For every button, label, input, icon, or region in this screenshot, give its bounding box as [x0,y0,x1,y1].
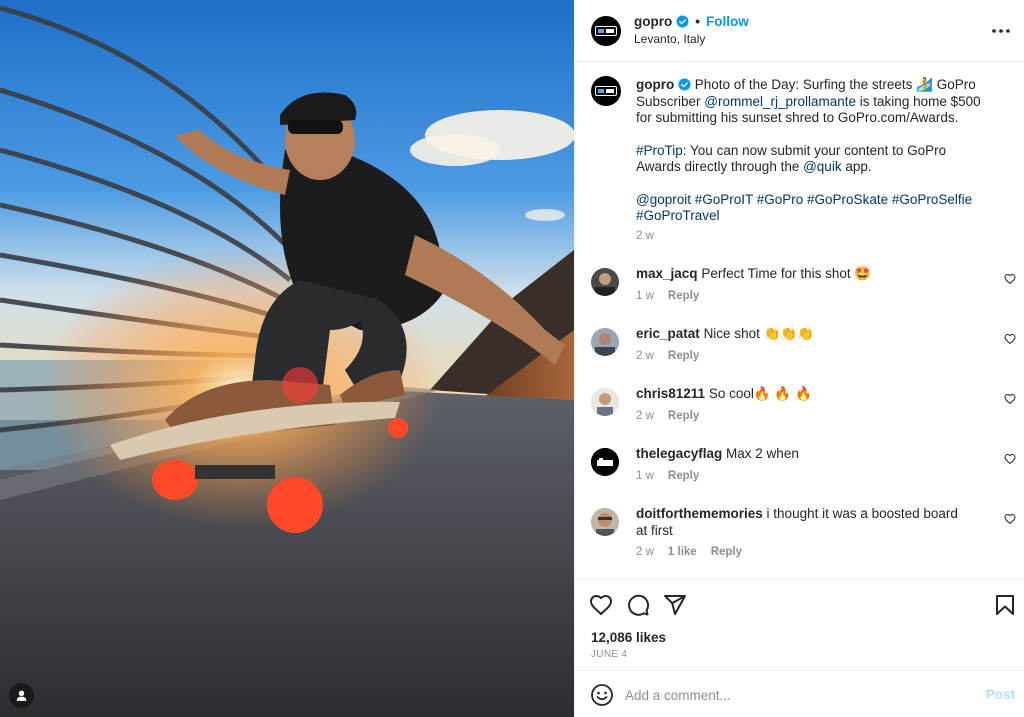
comment-composer: Post [575,672,1024,717]
heart-icon[interactable] [589,593,613,617]
gopro-avatar[interactable] [591,16,621,46]
avatar-image [591,268,619,296]
comment-body: So cool🔥 🔥 🔥 [708,386,812,401]
comment-item: doitforthememories i thought it was a bo… [575,506,1024,579]
avatar-image [591,388,619,416]
comment-like-heart-icon[interactable] [1004,393,1016,405]
comment-username[interactable]: max_jacq [636,266,698,281]
comment-item: chris81211 So cool🔥 🔥 🔥 2 w Reply [575,386,1024,446]
comment-like-heart-icon[interactable] [1004,513,1016,525]
comment-username[interactable]: eric_patat [636,326,700,341]
comment-time[interactable]: 2 w [636,350,654,362]
comment-like-heart-icon[interactable] [1004,273,1016,285]
bookmark-icon[interactable] [993,593,1017,617]
gopro-logo-icon [595,26,617,36]
more-horizontal-icon [992,29,1010,33]
post-photo[interactable] [0,0,574,717]
reply-button[interactable]: Reply [668,470,699,482]
reply-button[interactable]: Reply [711,546,742,558]
surfer-emoji: 🏄 [916,77,933,92]
post-detail-panel: gopro • Follow Levanto, Italy gopro Phot… [574,0,1024,717]
comment-like-count[interactable]: 1 like [668,546,697,558]
comment-body: Perfect Time for this shot 🤩 [701,266,872,281]
comment-item: eric_patat Nice shot 👏👏👏 2 w Reply [575,326,1024,386]
comment-item: max_jacq Perfect Time for this shot 🤩 1 … [575,266,1024,326]
likes-count[interactable]: 12,086 likes [591,630,666,645]
comment-time[interactable]: 2 w [636,410,654,422]
comment-text: eric_patat Nice shot 👏👏👏 [636,326,966,343]
comment-username[interactable]: thelegacyflag [636,446,722,461]
share-icon[interactable] [663,593,687,617]
separator-dot: • [695,14,700,29]
comment-text: max_jacq Perfect Time for this shot 🤩 [636,266,966,283]
add-comment-input[interactable] [625,683,955,707]
gopro-logo-icon [595,86,617,96]
verified-badge-icon [676,15,689,28]
comment-like-heart-icon[interactable] [1004,333,1016,345]
verified-badge-icon [678,78,691,91]
comment-meta: 2 w Reply [636,410,699,422]
comment-text: thelegacyflag Max 2 when [636,446,966,463]
comment-like-heart-icon[interactable] [1004,453,1016,465]
skateboarder-photo [0,0,574,717]
comment-body: Max 2 when [726,446,799,461]
post-actions: 12,086 likes JUNE 4 [575,581,1024,671]
commenter-avatar[interactable] [591,388,619,416]
comment-username[interactable]: doitforthememories [636,506,763,521]
more-options-button[interactable] [989,19,1013,43]
comment-text: doitforthememories i thought it was a bo… [636,506,966,539]
caption-username[interactable]: gopro [636,77,674,92]
header-user-line: gopro • Follow [634,14,749,29]
comment-meta: 2 w 1 like Reply [636,546,742,558]
comment-text: chris81211 So cool🔥 🔥 🔥 [636,386,966,403]
header-username[interactable]: gopro [634,14,672,29]
user-icon [16,690,27,701]
caption-hashtags[interactable]: @goproit #GoProIT #GoPro #GoProSkate #Go… [636,192,972,224]
mention-rommel[interactable]: @rommel_rj_prollamante [704,94,856,109]
post-location[interactable]: Levanto, Italy [634,32,705,46]
tagged-users-button[interactable] [9,683,34,708]
caption-avatar[interactable] [591,76,621,106]
emoji-icon[interactable] [590,683,614,707]
comment-username[interactable]: chris81211 [636,386,705,401]
reply-button[interactable]: Reply [668,290,699,302]
avatar-image [591,448,619,476]
commenter-avatar[interactable] [591,268,619,296]
caption-time[interactable]: 2 w [636,230,654,242]
post-comment-button[interactable]: Post [986,687,1015,702]
commenter-avatar[interactable] [591,328,619,356]
caption-protip-end: app. [841,159,872,174]
comment-time[interactable]: 2 w [636,546,654,558]
reply-button[interactable]: Reply [668,350,699,362]
comments-section[interactable]: gopro Photo of the Day: Surfing the stre… [575,62,1024,580]
comment-time[interactable]: 1 w [636,470,654,482]
commenter-avatar[interactable] [591,448,619,476]
commenter-avatar[interactable] [591,508,619,536]
post-caption: gopro Photo of the Day: Surfing the stre… [636,77,991,225]
comment-time[interactable]: 1 w [636,290,654,302]
mention-quik[interactable]: @quik [803,159,841,174]
comment-body: Nice shot 👏👏👏 [703,326,815,341]
comment-meta: 1 w Reply [636,290,699,302]
avatar-image [591,508,619,536]
comment-meta: 1 w Reply [636,470,699,482]
comment-item: thelegacyflag Max 2 when 1 w Reply [575,446,1024,506]
comment-icon[interactable] [626,593,650,617]
post-header: gopro • Follow Levanto, Italy [575,0,1024,62]
follow-button[interactable]: Follow [706,14,749,29]
comment-meta: 2 w Reply [636,350,699,362]
post-date[interactable]: JUNE 4 [591,649,627,660]
reply-button[interactable]: Reply [668,410,699,422]
hashtag-protip[interactable]: #ProTip [636,143,683,158]
caption-text-1: Photo of the Day: Surfing the streets [694,77,917,92]
avatar-image [591,328,619,356]
caption-protip-text: : You can now submit your content to GoP… [636,142,947,175]
